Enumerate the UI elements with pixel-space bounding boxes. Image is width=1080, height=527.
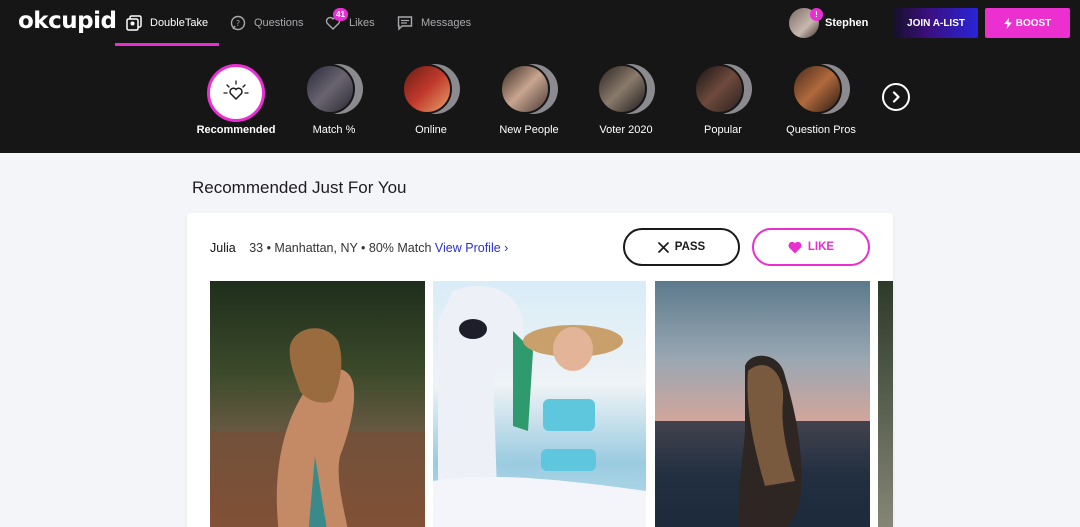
category-label: Popular: [704, 124, 742, 136]
category-strip: Recommended Match % Online New People Vo…: [0, 46, 1080, 153]
category-avatar-stack: [500, 64, 558, 122]
nav-likes-label: Likes: [349, 17, 375, 29]
profile-photo-peek[interactable]: [878, 281, 893, 527]
nav-messages[interactable]: Messages: [397, 0, 471, 46]
category-label: Question Pros: [786, 124, 856, 136]
category-avatar-stack: [597, 64, 655, 122]
category-label: Online: [415, 124, 447, 136]
close-icon: [657, 241, 669, 253]
category-new-people[interactable]: New People: [484, 64, 574, 136]
question-bubble-icon: ?: [230, 15, 246, 31]
pass-button[interactable]: PASS: [623, 228, 740, 266]
category-avatar-stack: [694, 64, 752, 122]
lightning-icon: [1003, 17, 1012, 29]
like-label: LIKE: [807, 241, 835, 253]
profile-photo[interactable]: [655, 281, 870, 527]
profile-details: 33 • Manhattan, NY • 80% Match: [249, 241, 432, 255]
pass-label: PASS: [674, 241, 706, 253]
likes-count-badge: 41: [333, 8, 348, 21]
heart-sparkle-icon: [223, 80, 249, 101]
doubletake-icon: [126, 15, 142, 31]
profile-info: Julia 33 • Manhattan, NY • 80% Match Vie…: [210, 241, 508, 255]
message-icon: [397, 16, 413, 31]
boost-button[interactable]: BOOST: [985, 8, 1070, 38]
svg-text:?: ?: [236, 19, 240, 28]
category-label: Match %: [312, 124, 356, 136]
nav-messages-label: Messages: [421, 17, 472, 29]
user-notification-badge: !: [810, 8, 823, 21]
category-label: New People: [499, 124, 559, 136]
category-avatar-stack: [792, 64, 850, 122]
recommended-circle: [207, 64, 265, 122]
profile-photo[interactable]: [433, 281, 646, 527]
photo-figure: [210, 328, 425, 527]
top-nav: okcupid DoubleTake ? Questions Likes 41 …: [0, 0, 1080, 46]
boost-label: BOOST: [1015, 17, 1052, 29]
category-avatar-stack: [402, 64, 460, 122]
nav-questions-label: Questions: [254, 17, 304, 29]
view-profile-link[interactable]: View Profile ›: [435, 241, 508, 255]
heart-icon: [788, 241, 802, 253]
category-match[interactable]: Match %: [289, 64, 379, 136]
profile-name: Julia: [210, 241, 236, 255]
user-name: Stephen: [825, 17, 869, 29]
join-alist-button[interactable]: JOIN A-LIST: [894, 8, 978, 38]
nav-doubletake-label: DoubleTake: [150, 17, 209, 29]
category-label: Voter 2020: [599, 124, 653, 136]
chevron-right-icon: [892, 91, 900, 103]
categories-next-button[interactable]: [882, 83, 910, 111]
profile-photo[interactable]: [210, 281, 425, 527]
category-recommended[interactable]: Recommended: [191, 64, 281, 136]
profile-card: Julia 33 • Manhattan, NY • 80% Match Vie…: [187, 213, 893, 527]
category-question-pros[interactable]: Question Pros: [776, 64, 866, 136]
nav-questions[interactable]: ? Questions: [230, 0, 304, 46]
category-avatar-stack: [305, 64, 363, 122]
photo-figure: [433, 286, 646, 527]
okcupid-logo[interactable]: okcupid: [18, 8, 117, 34]
category-online[interactable]: Online: [386, 64, 476, 136]
user-menu[interactable]: Stephen: [789, 8, 868, 38]
nav-likes[interactable]: Likes: [325, 0, 375, 46]
category-label: Recommended: [196, 124, 276, 136]
category-voter-2020[interactable]: Voter 2020: [581, 64, 671, 136]
like-button[interactable]: LIKE: [752, 228, 870, 266]
category-popular[interactable]: Popular: [678, 64, 768, 136]
photo-figure: [655, 355, 870, 527]
page-title: Recommended Just For You: [192, 178, 407, 197]
nav-doubletake[interactable]: DoubleTake: [126, 0, 208, 46]
